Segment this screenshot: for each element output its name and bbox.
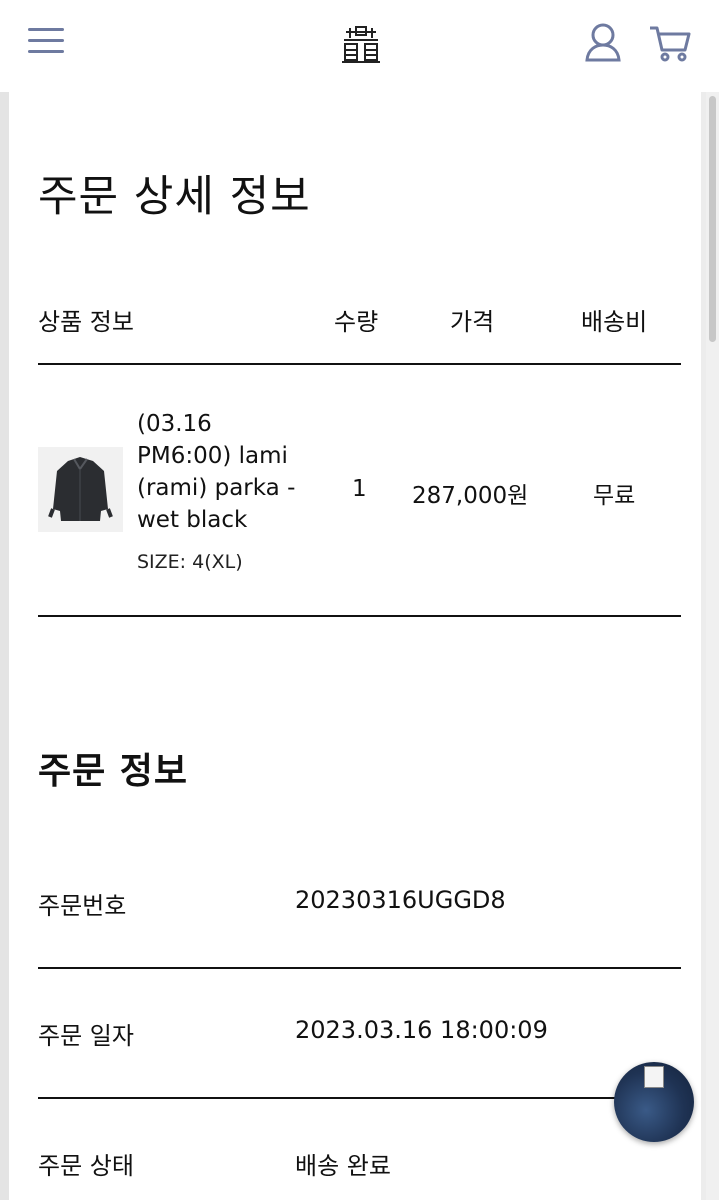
order-info-title: 주문 정보 (38, 751, 189, 792)
product-name-line: (rami) parka - (137, 475, 296, 501)
label-tag-icon (644, 1066, 664, 1088)
page-title: 주문 상세 정보 (38, 172, 311, 222)
order-status-label: 주문 상태 (38, 1152, 134, 1180)
column-header-price: 가격 (450, 308, 495, 336)
product-shipping-fee: 무료 (593, 483, 636, 509)
product-quantity: 1 (352, 476, 367, 502)
hamburger-icon[interactable] (28, 28, 64, 56)
column-header-qty: 수량 (334, 308, 379, 336)
cart-icon[interactable] (648, 24, 692, 64)
product-thumbnail[interactable] (38, 447, 123, 532)
order-date-value: 2023.03.16 18:00:09 (295, 1016, 548, 1044)
table-header-divider (38, 363, 681, 365)
column-header-product: 상품 정보 (38, 308, 134, 336)
info-divider (38, 967, 681, 969)
product-price: 287,000원 (412, 483, 529, 509)
product-name-line: wet black (137, 507, 248, 533)
product-name-line: (03.16 (137, 411, 212, 437)
chat-icon[interactable] (614, 1062, 694, 1142)
page-gutter (0, 92, 9, 1200)
top-bar (0, 0, 719, 92)
user-icon[interactable] (584, 22, 622, 62)
order-number-label: 주문번호 (38, 892, 127, 920)
scrollbar-thumb[interactable] (709, 96, 716, 342)
brand-logo[interactable] (340, 24, 382, 64)
product-size: SIZE: 4(XL) (137, 551, 243, 573)
info-divider (38, 1097, 681, 1099)
product-name-line: PM6:00) lami (137, 443, 288, 469)
product-name[interactable]: (03.16 PM6:00) lami (rami) parka - wet b… (137, 408, 317, 536)
order-date-label: 주문 일자 (38, 1022, 134, 1050)
order-number-value: 20230316UGGD8 (295, 886, 506, 914)
order-detail-panel: 주문 상세 정보 상품 정보 수량 가격 배송비 (03.16 PM6:00) … (9, 92, 701, 1200)
column-header-shipping: 배송비 (581, 308, 648, 336)
table-row-divider (38, 615, 681, 617)
order-status-value: 배송 완료 (295, 1152, 391, 1180)
